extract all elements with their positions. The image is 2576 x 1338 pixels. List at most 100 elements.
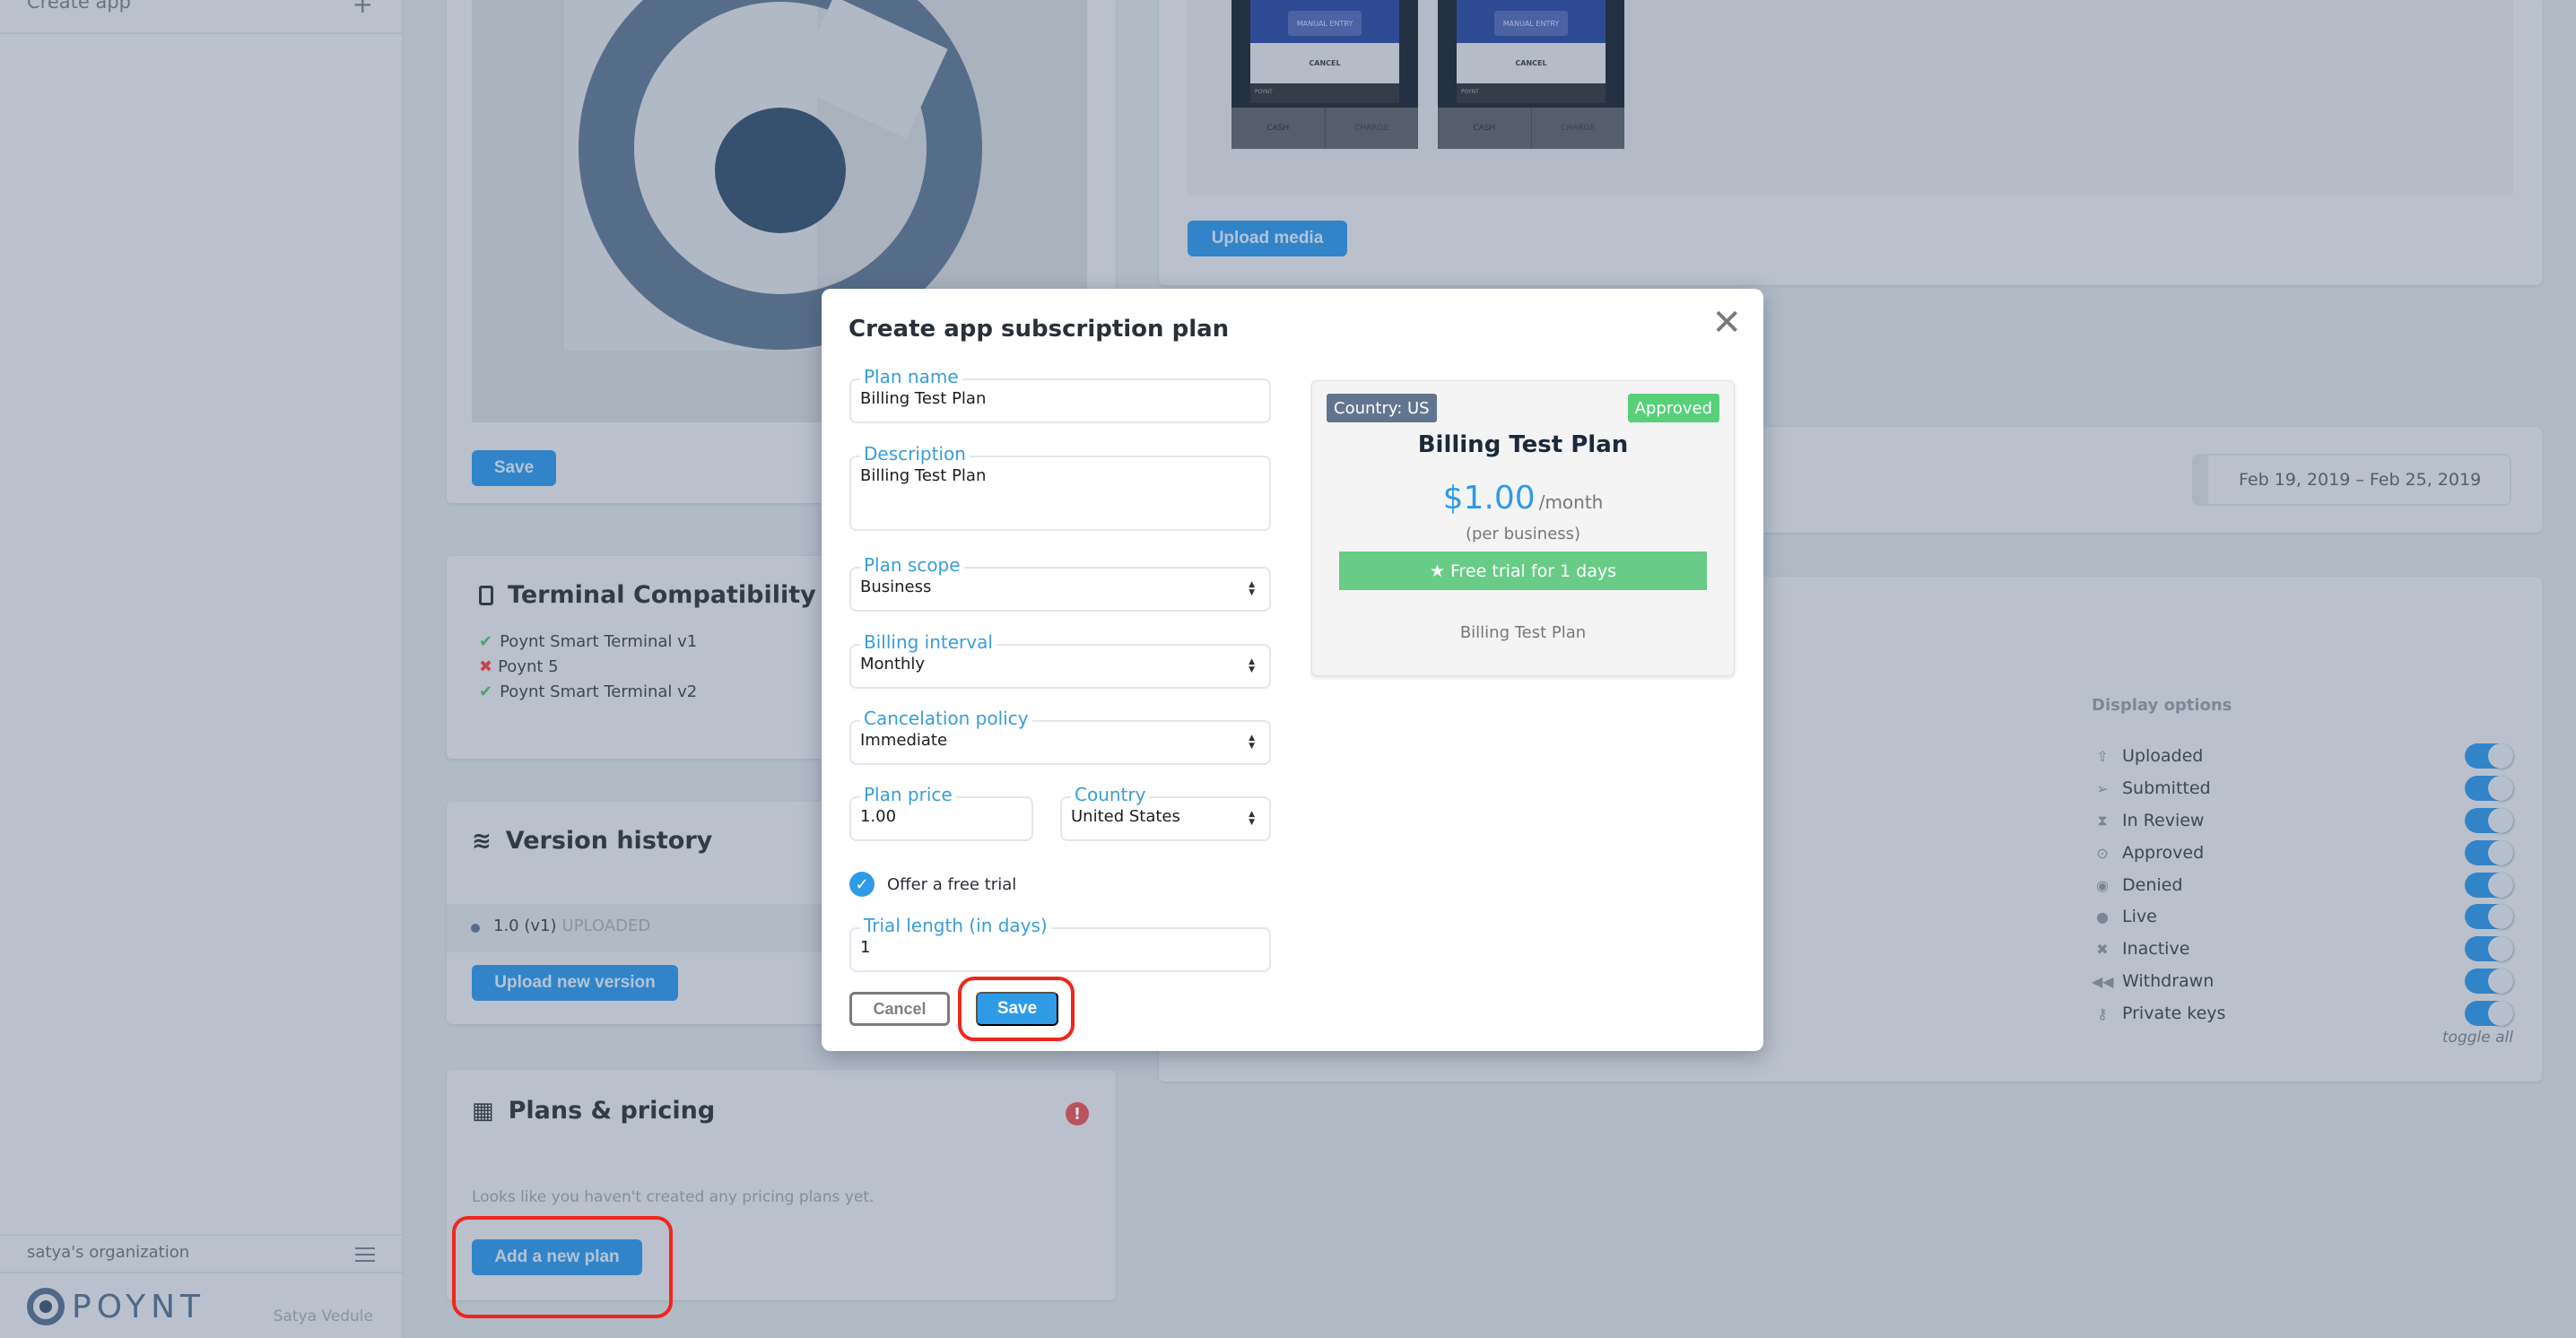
version-label: 1.0 (v1) xyxy=(493,917,557,935)
toggle-switch[interactable] xyxy=(2465,969,2513,994)
brand-wordmark: POYNT xyxy=(72,1288,205,1325)
country-badge: Country: US xyxy=(1327,394,1437,422)
cash-label: CASH xyxy=(1231,108,1326,149)
preview-description: Billing Test Plan xyxy=(1459,623,1587,642)
alert-icon: ! xyxy=(1066,1102,1089,1125)
checkbox-checked-icon[interactable]: ✓ xyxy=(849,872,875,897)
toggle-switch[interactable] xyxy=(2465,808,2513,833)
description-label: Description xyxy=(860,443,970,465)
billing-interval-label: Billing interval xyxy=(860,631,996,653)
terminal-list: ✔ Poynt Smart Terminal v1 ✖ Poynt 5 ✔ Poynt… xyxy=(479,630,697,705)
globe-icon: ● xyxy=(2096,908,2109,925)
toggle-switch[interactable] xyxy=(2465,776,2513,801)
trial-length-field: Trial length (in days) 1 xyxy=(849,915,1271,972)
star-icon: ★ xyxy=(1429,560,1446,581)
upload-icon: ⇪ xyxy=(2096,747,2109,765)
display-option-submitted: ➢ Submitted xyxy=(2092,775,2513,802)
display-options-title: Display options xyxy=(2092,696,2232,715)
country-label: Country xyxy=(1071,784,1150,805)
brand-logo: POYNT xyxy=(27,1288,205,1325)
display-option-live: ● Live xyxy=(2092,903,2513,930)
date-range-text: Feb 19, 2019 – Feb 25, 2019 xyxy=(2239,470,2482,490)
rewind-icon: ◀◀ xyxy=(2092,972,2114,990)
display-option-in-review: ⧗ In Review xyxy=(2092,807,2513,834)
plan-name-field: Plan name Billing Test Plan xyxy=(849,366,1271,423)
screenshot-gallery: MANUAL ENTRY CANCEL POYNT CASH CHARGE MA… xyxy=(1188,0,2513,195)
toggle-switch[interactable] xyxy=(2465,743,2513,769)
date-picker-handle xyxy=(2194,456,2208,504)
toggle-switch[interactable] xyxy=(2465,936,2513,961)
cancel-button[interactable]: Cancel xyxy=(849,992,950,1026)
footer-label: POYNT xyxy=(1250,83,1399,103)
toggle-switch[interactable] xyxy=(2465,840,2513,865)
key-icon: ⚷ xyxy=(2097,1004,2108,1022)
check-icon: ✔ xyxy=(479,682,493,701)
display-option-denied: ◉ Denied xyxy=(2092,872,2513,899)
trial-length-label: Trial length (in days) xyxy=(860,915,1051,936)
user-name[interactable]: Satya Vedule xyxy=(274,1308,373,1325)
screenshot-thumbnail[interactable]: MANUAL ENTRY CANCEL POYNT CASH CHARGE xyxy=(1231,0,1418,149)
check-circle-icon: ⊙ xyxy=(2096,844,2109,862)
plan-preview-card: Country: US Approved Billing Test Plan $… xyxy=(1311,380,1735,676)
display-option-withdrawn: ◀◀ Withdrawn xyxy=(2092,968,2513,995)
display-option-uploaded: ⇪ Uploaded xyxy=(2092,743,2513,769)
hourglass-icon: ⧗ xyxy=(2097,812,2108,829)
display-option-inactive: ✖ Inactive xyxy=(2092,935,2513,962)
toggle-all-link[interactable]: toggle all xyxy=(2442,1029,2513,1047)
modal-title: Create app subscription plan xyxy=(849,316,1230,343)
cancelation-policy-label: Cancelation policy xyxy=(860,708,1032,729)
status-badge: Approved xyxy=(1627,394,1719,422)
charge-label: CHARGE xyxy=(1561,124,1596,133)
close-icon[interactable]: ✕ xyxy=(1711,305,1742,341)
toggle-switch[interactable] xyxy=(2465,873,2513,898)
preview-plan-name: Billing Test Plan xyxy=(1417,431,1629,458)
hamburger-menu-icon[interactable] xyxy=(355,1243,375,1266)
stop-circle-icon: ◉ xyxy=(2096,876,2109,894)
date-range-picker[interactable]: Feb 19, 2019 – Feb 25, 2019 xyxy=(2192,454,2511,506)
plan-name-label: Plan name xyxy=(860,366,962,387)
create-plan-modal: Create app subscription plan ✕ Plan name… xyxy=(822,289,1763,1051)
version-status: UPLOADED xyxy=(561,917,651,935)
manual-entry-label: MANUAL ENTRY xyxy=(1494,11,1568,36)
org-switcher[interactable]: satya's organization xyxy=(0,1234,402,1273)
terminal-item: ✖ Poynt 5 xyxy=(479,657,559,676)
plan-price-label: Plan price xyxy=(860,784,956,805)
description-textarea[interactable]: Billing Test Plan xyxy=(849,456,1271,531)
cash-label: CASH xyxy=(1438,108,1532,149)
plan-scope-field: Plan scope Business xyxy=(849,554,1271,612)
cancel-label: CANCEL xyxy=(1457,43,1606,83)
cancelation-policy-field: Cancelation policy Immediate xyxy=(849,708,1271,765)
display-option-approved: ⊙ Approved xyxy=(2092,839,2513,866)
status-dot xyxy=(471,924,480,933)
cancel-label: CANCEL xyxy=(1250,43,1399,83)
check-icon: ✔ xyxy=(479,632,493,651)
preview-price-period: /month xyxy=(1538,491,1604,513)
version-history-title: ≋ Version history xyxy=(472,827,713,855)
billing-interval-field: Billing interval Monthly xyxy=(849,631,1271,689)
media-card: MANUAL ENTRY CANCEL POYNT CASH CHARGE MA… xyxy=(1159,0,2542,285)
upload-new-version-button[interactable]: Upload new version xyxy=(472,965,678,1001)
preview-price: $1.00/month xyxy=(1312,480,1734,517)
toggle-switch[interactable] xyxy=(2465,904,2513,929)
description-field: Description Billing Test Plan xyxy=(849,443,1271,531)
app-logo-dot-graphic xyxy=(715,108,846,233)
charge-label: CHARGE xyxy=(1354,124,1389,133)
plans-title: ▦ Plans & pricing xyxy=(472,1097,716,1125)
plus-icon[interactable]: + xyxy=(352,0,373,19)
screenshot-thumbnail[interactable]: MANUAL ENTRY CANCEL POYNT CASH CHARGE xyxy=(1438,0,1624,149)
create-app-item[interactable]: Create app + xyxy=(0,0,402,34)
terminal-item: ✔ Poynt Smart Terminal v1 xyxy=(479,632,698,651)
free-trial-label: Offer a free trial xyxy=(887,874,1017,894)
x-icon: ✖ xyxy=(2096,940,2109,958)
toggle-switch[interactable] xyxy=(2465,1001,2513,1026)
terminal-item: ✔ Poynt Smart Terminal v2 xyxy=(479,682,698,701)
country-field: Country United States xyxy=(1060,784,1271,841)
free-trial-option[interactable]: ✓ Offer a free trial xyxy=(849,872,1016,897)
logo-save-button[interactable]: Save xyxy=(472,450,556,486)
upload-media-button[interactable]: Upload media xyxy=(1188,221,1347,256)
footer-label: POYNT xyxy=(1457,83,1606,103)
display-option-private-keys: ⚷ Private keys xyxy=(2092,1000,2513,1027)
create-app-label: Create app xyxy=(27,0,131,13)
tablet-icon xyxy=(479,585,493,605)
highlight-annotation xyxy=(958,977,1075,1041)
